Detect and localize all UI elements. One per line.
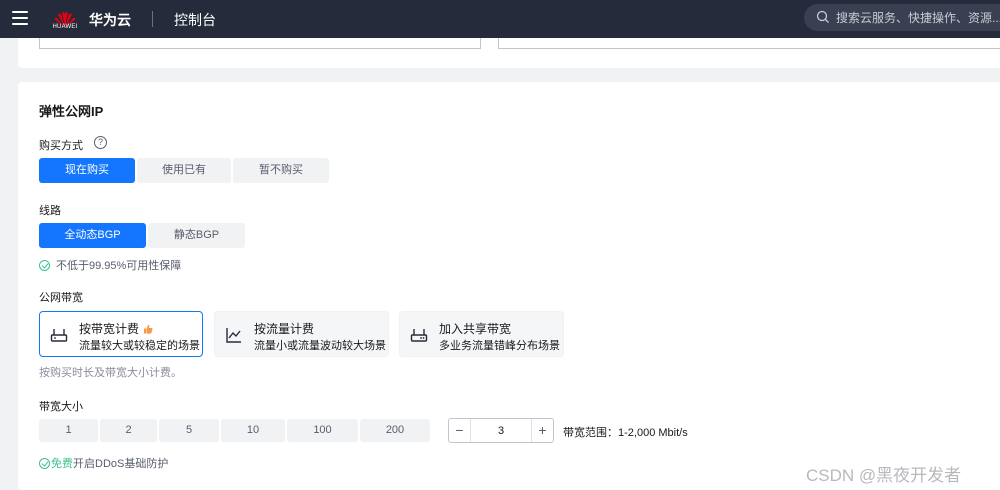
- bandwidth-size-1[interactable]: 1: [39, 419, 98, 442]
- decrease-button[interactable]: −: [449, 419, 471, 442]
- brand-name[interactable]: 华为云: [89, 10, 131, 30]
- line-option-dynamic-bgp[interactable]: 全动态BGP: [39, 223, 146, 248]
- bandwidth-option-desc: 流量较大或较稳定的场景: [79, 340, 200, 352]
- hamburger-menu-icon[interactable]: [12, 11, 28, 25]
- bandwidth-value-input[interactable]: [472, 419, 530, 442]
- bandwidth-label: 公网带宽: [39, 292, 83, 304]
- search-input[interactable]: [836, 9, 1000, 26]
- bandwidth-size-2[interactable]: 2: [100, 419, 157, 442]
- section-title: 弹性公网IP: [39, 104, 104, 119]
- bandwidth-option-by-traffic[interactable]: 按流量计费 流量小或流量波动较大场景: [214, 311, 389, 357]
- watermark: CSDN @黑夜开发者: [806, 466, 962, 485]
- bandwidth-stepper[interactable]: − +: [448, 418, 554, 443]
- increase-button[interactable]: +: [531, 419, 553, 442]
- purchase-method-label: 购买方式: [39, 140, 83, 152]
- header-divider: [152, 11, 153, 27]
- top-nav-bar: HUAWEI 华为云 控制台: [0, 0, 1000, 38]
- bandwidth-size-10[interactable]: 10: [221, 419, 285, 442]
- ddos-text: 开启DDoS基础防护: [73, 458, 169, 470]
- recommend-thumb-icon: [144, 324, 153, 334]
- ddos-protection-note: 免费 开启DDoS基础防护: [39, 455, 168, 471]
- bandwidth-option-desc: 多业务流量错峰分布场景: [439, 340, 560, 352]
- purchase-option-use-existing[interactable]: 使用已有: [137, 158, 231, 183]
- billing-hint: 按购买时长及带宽大小计费。: [39, 367, 182, 379]
- availability-note-text: 不低于99.95%可用性保障: [56, 260, 182, 272]
- bandwidth-size-label: 带宽大小: [39, 401, 83, 413]
- bandwidth-option-desc: 流量小或流量波动较大场景: [254, 340, 386, 352]
- bandwidth-range-text: 带宽范围：1-2,000 Mbit/s: [563, 427, 688, 439]
- bandwidth-size-100[interactable]: 100: [287, 419, 358, 442]
- check-circle-icon: [39, 457, 50, 469]
- previous-section-card: [18, 38, 1000, 68]
- router-icon: [50, 329, 68, 342]
- previous-field-right[interactable]: [498, 38, 1000, 49]
- logo-wordmark: HUAWEI: [52, 24, 78, 30]
- search-icon: [816, 10, 829, 23]
- global-search[interactable]: [804, 4, 1000, 31]
- line-chart-icon: [226, 328, 241, 343]
- bandwidth-option-title: 按带宽计费: [79, 320, 153, 337]
- eip-section-card: 弹性公网IP 购买方式 ? 现在购买 使用已有 暂不购买 线路 全动态BGP 静…: [18, 82, 1000, 490]
- bandwidth-option-by-bandwidth[interactable]: 按带宽计费 流量较大或较稳定的场景: [39, 311, 203, 357]
- console-link[interactable]: 控制台: [174, 10, 216, 30]
- line-label: 线路: [39, 205, 61, 217]
- bandwidth-size-200[interactable]: 200: [360, 419, 430, 442]
- availability-note: 不低于99.95%可用性保障: [39, 257, 181, 273]
- purchase-option-not-now[interactable]: 暂不购买: [233, 158, 329, 183]
- bandwidth-option-title: 按流量计费: [254, 322, 315, 336]
- shared-router-icon: [410, 329, 428, 342]
- line-option-static-bgp[interactable]: 静态BGP: [148, 223, 245, 248]
- bandwidth-option-title: 加入共享带宽: [439, 322, 512, 336]
- purchase-option-buy-now[interactable]: 现在购买: [39, 158, 135, 183]
- bandwidth-size-5[interactable]: 5: [159, 419, 219, 442]
- bandwidth-option-shared[interactable]: 加入共享带宽 多业务流量错峰分布场景: [399, 311, 564, 357]
- check-circle-icon: [39, 259, 50, 271]
- help-icon[interactable]: ?: [94, 136, 107, 149]
- previous-field-left[interactable]: [39, 38, 481, 49]
- ddos-free-tag: 免费: [51, 458, 73, 470]
